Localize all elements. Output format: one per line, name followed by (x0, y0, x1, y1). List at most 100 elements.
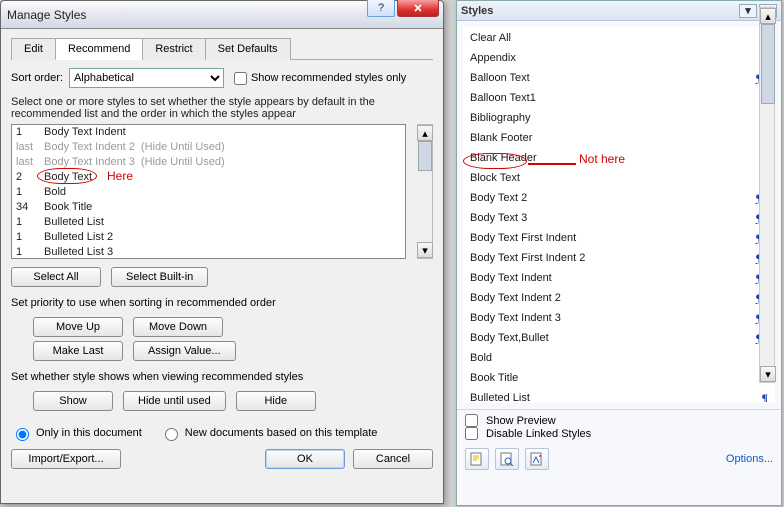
show-preview-checkbox-label[interactable]: Show Preview (465, 414, 773, 427)
instruction-text: Select one or more styles to set whether… (11, 96, 433, 120)
only-this-document-radio[interactable] (16, 428, 29, 441)
pane-menu-button[interactable]: ▾ (739, 4, 757, 18)
show-button[interactable]: Show (33, 391, 113, 411)
hide-until-used-button[interactable]: Hide until used (123, 391, 226, 411)
style-list-scrollbar[interactable]: ▴ ▾ (417, 124, 433, 259)
ok-button[interactable]: OK (265, 449, 345, 469)
import-export-button[interactable]: Import/Export... (11, 449, 121, 469)
style-list-row[interactable]: 34Book Title (12, 200, 405, 215)
style-list[interactable]: 1Body Text IndentlastBody Text Indent 2(… (11, 124, 406, 259)
styles-pane-title: Styles (461, 5, 493, 17)
new-documents-radio[interactable] (165, 428, 178, 441)
styles-pane-item[interactable]: Blank Footer¶ (464, 128, 774, 148)
styles-pane-item[interactable]: Body Text First Indent 2¶a (464, 248, 774, 268)
tab-edit[interactable]: Edit (11, 38, 56, 60)
new-documents-radio-label[interactable]: New documents based on this template (160, 425, 378, 441)
viewing-label: Set whether style shows when viewing rec… (11, 371, 433, 383)
style-inspector-button[interactable] (495, 448, 519, 470)
manage-styles-dialog: Manage Styles ? Edit Recommend Restrict … (0, 0, 444, 504)
pane-item-label: Block Text (470, 172, 762, 184)
move-up-button[interactable]: Move Up (33, 317, 123, 337)
styles-pane-item[interactable]: Body Text Indent¶a (464, 268, 774, 288)
styles-pane-item[interactable]: Bolda (464, 348, 774, 368)
style-list-row[interactable]: 2Body Text (12, 170, 405, 185)
style-row-num: 1 (16, 215, 44, 230)
style-row-num: last (16, 140, 44, 155)
styles-pane-item[interactable]: Balloon Text1¶ (464, 88, 774, 108)
pane-scroll-down-icon[interactable]: ▾ (760, 366, 776, 382)
scroll-thumb[interactable] (418, 141, 432, 171)
style-list-row[interactable]: 1Bulleted List (12, 215, 405, 230)
help-button[interactable]: ? (367, 0, 395, 17)
styles-pane-item[interactable]: Body Text Indent 3¶a (464, 308, 774, 328)
styles-pane-item[interactable]: Body Text 2¶a (464, 188, 774, 208)
styles-pane-item[interactable]: Bulleted List¶ (464, 388, 774, 403)
styles-pane-item[interactable]: Body Text Indent 2¶a (464, 288, 774, 308)
move-down-button[interactable]: Move Down (133, 317, 223, 337)
style-list-row[interactable]: lastBody Text Indent 2(Hide Until Used) (12, 140, 405, 155)
options-link[interactable]: Options... (726, 453, 773, 465)
pane-item-label: Body Text Indent (470, 272, 756, 284)
style-row-num: 1 (16, 185, 44, 200)
sort-order-label: Sort order: (11, 72, 63, 84)
only-this-document-radio-label[interactable]: Only in this document (11, 425, 142, 441)
style-row-name: Body Text Indent (44, 125, 126, 140)
style-list-row[interactable]: 1Bold (12, 185, 405, 200)
styles-pane-item[interactable]: Blank Header¶ (464, 148, 774, 168)
new-style-button[interactable] (465, 448, 489, 470)
show-recommended-checkbox-label[interactable]: Show recommended styles only (234, 72, 406, 85)
style-list-row[interactable]: 1Body Text Indent (12, 125, 405, 140)
style-row-name: Body Text Indent 3 (44, 155, 135, 170)
close-button[interactable] (397, 0, 439, 17)
priority-label: Set priority to use when sorting in reco… (11, 297, 433, 309)
styles-pane-item[interactable]: Balloon Text¶a (464, 68, 774, 88)
make-last-button[interactable]: Make Last (33, 341, 123, 361)
pane-item-label: Bulleted List (470, 392, 762, 403)
pane-item-label: Bold (470, 352, 762, 364)
titlebar: Manage Styles ? (1, 1, 443, 29)
style-list-row[interactable]: lastBody Text Indent 3(Hide Until Used) (12, 155, 405, 170)
styles-pane-item[interactable]: Body Text First Indent¶a (464, 228, 774, 248)
pane-item-label: Body Text,Bullet (470, 332, 756, 344)
select-builtin-button[interactable]: Select Built-in (111, 267, 208, 287)
styles-pane-item[interactable]: Body Text,Bullet¶a (464, 328, 774, 348)
tab-set-defaults[interactable]: Set Defaults (205, 38, 291, 60)
pane-scroll-thumb[interactable] (761, 24, 775, 104)
styles-pane-item[interactable]: Book Titlea (464, 368, 774, 388)
style-row-name: Bulleted List 2 (44, 230, 113, 245)
styles-pane-item[interactable]: Block Text¶ (464, 168, 774, 188)
pane-item-label: Body Text Indent 2 (470, 292, 756, 304)
disable-linked-checkbox-label[interactable]: Disable Linked Styles (465, 427, 773, 440)
tab-restrict[interactable]: Restrict (142, 38, 205, 60)
svg-text:?: ? (378, 3, 384, 13)
scroll-down-icon[interactable]: ▾ (417, 242, 433, 258)
tab-recommend[interactable]: Recommend (55, 38, 143, 60)
styles-pane-scrollbar[interactable]: ▴ ▾ (759, 7, 775, 383)
manage-styles-button[interactable] (525, 448, 549, 470)
pane-item-label: Balloon Text1 (470, 92, 762, 104)
hide-button[interactable]: Hide (236, 391, 316, 411)
styles-pane-item[interactable]: Appendix¶ (464, 48, 774, 68)
pane-scroll-up-icon[interactable]: ▴ (760, 8, 776, 24)
show-recommended-checkbox[interactable] (234, 72, 247, 85)
style-list-row[interactable]: 1Bulleted List 2 (12, 230, 405, 245)
select-all-button[interactable]: Select All (11, 267, 101, 287)
dialog-title: Manage Styles (7, 8, 86, 22)
styles-pane-item[interactable]: Bibliography¶ (464, 108, 774, 128)
scroll-up-icon[interactable]: ▴ (417, 125, 433, 141)
pane-item-label: Body Text 2 (470, 192, 756, 204)
cancel-button[interactable]: Cancel (353, 449, 433, 469)
styles-pane: Styles ▾ ✕ Clear AllAppendix¶Balloon Tex… (456, 0, 782, 506)
styles-pane-list[interactable]: Clear AllAppendix¶Balloon Text¶aBalloon … (463, 27, 775, 403)
styles-pane-item[interactable]: Clear All (464, 28, 774, 48)
pane-item-label: Blank Footer (470, 132, 762, 144)
assign-value-button[interactable]: Assign Value... (133, 341, 236, 361)
style-row-name: Bulleted List 3 (44, 245, 113, 259)
style-row-name: Body Text (44, 170, 92, 185)
show-preview-checkbox[interactable] (465, 414, 478, 427)
styles-pane-item[interactable]: Body Text 3¶a (464, 208, 774, 228)
sort-order-select[interactable]: Alphabetical (69, 68, 224, 88)
style-row-num: 1 (16, 230, 44, 245)
style-list-row[interactable]: 1Bulleted List 3 (12, 245, 405, 259)
disable-linked-checkbox[interactable] (465, 427, 478, 440)
